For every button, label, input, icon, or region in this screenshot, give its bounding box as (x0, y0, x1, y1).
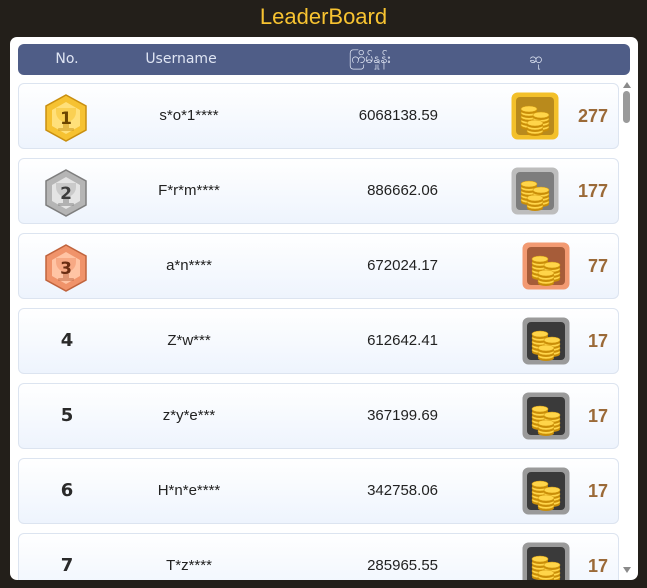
username: a*n**** (166, 257, 212, 274)
bronze-medal-icon: 3 (41, 243, 91, 293)
rank-number: 4 (60, 330, 74, 351)
prize-value: 177 (577, 181, 608, 201)
column-header-rank: No. (55, 51, 79, 67)
leaderboard-row: 7 T*z**** 285965.55 17 (18, 533, 619, 580)
leaderboard-row: 1 s*o*1**** 6068138.59 277 (18, 83, 619, 149)
username: T*z**** (166, 557, 212, 574)
coin-stack-icon (521, 241, 571, 291)
leaderboard-row: 3 a*n**** 672024.17 77 (18, 233, 619, 299)
score-value: 6068138.59 (358, 107, 438, 124)
rank-number: 6 (60, 480, 74, 501)
score-value: 612642.41 (367, 332, 438, 349)
score-value: 342758.06 (367, 482, 438, 499)
username: z*y*e*** (162, 407, 216, 424)
coin-stack-icon (521, 541, 571, 580)
username: s*o*1**** (159, 107, 219, 124)
score-value: 886662.06 (367, 182, 438, 199)
score-value: 672024.17 (367, 257, 438, 274)
coin-stack-icon (521, 466, 571, 516)
username: Z*w*** (167, 332, 211, 349)
svg-text:1: 1 (60, 109, 72, 129)
rank-number: 7 (60, 555, 74, 576)
column-header-username: Username (145, 51, 217, 67)
coin-stack-icon (510, 91, 560, 141)
username: H*n*e**** (157, 482, 221, 499)
table-header: No. Username ကြိမ်နှုန်း ဆု (18, 44, 630, 75)
svg-text:3: 3 (60, 259, 72, 279)
silver-medal-icon: 2 (41, 168, 91, 218)
prize-value: 17 (587, 556, 608, 576)
leaderboard-row: 5 z*y*e*** 367199.69 17 (18, 383, 619, 449)
scroll-down-arrow-icon[interactable] (623, 567, 631, 573)
leaderboard-list[interactable]: 1 s*o*1**** 6068138.59 277 2 F*r*m**** 886662.… (10, 37, 638, 580)
prize-value: 17 (587, 331, 608, 351)
coin-stack-icon (521, 391, 571, 441)
score-value: 367199.69 (367, 407, 438, 424)
gold-medal-icon: 1 (41, 93, 91, 143)
prize-value: 17 (587, 481, 608, 501)
coin-stack-icon (510, 166, 560, 216)
rank-number: 5 (60, 405, 74, 426)
username: F*r*m**** (158, 182, 220, 199)
score-value: 285965.55 (367, 557, 438, 574)
svg-text:2: 2 (60, 184, 72, 204)
scrollbar[interactable] (621, 79, 632, 575)
scrollbar-thumb[interactable] (623, 91, 630, 123)
column-header-prize: ဆု (529, 51, 543, 67)
page-title: LeaderBoard (259, 4, 388, 29)
leaderboard-row: 2 F*r*m**** 886662.06 177 (18, 158, 619, 224)
leaderboard-row: 6 H*n*e**** 342758.06 17 (18, 458, 619, 524)
leaderboard-row: 4 Z*w*** 612642.41 17 (18, 308, 619, 374)
leaderboard-panel: 1 s*o*1**** 6068138.59 277 2 F*r*m**** 886662.… (10, 37, 638, 580)
prize-value: 17 (587, 406, 608, 426)
coin-stack-icon (521, 316, 571, 366)
column-header-score: ကြိမ်နှုန်း (348, 51, 392, 67)
scroll-up-arrow-icon[interactable] (623, 82, 631, 88)
prize-value: 277 (577, 106, 608, 126)
prize-value: 77 (587, 256, 608, 276)
